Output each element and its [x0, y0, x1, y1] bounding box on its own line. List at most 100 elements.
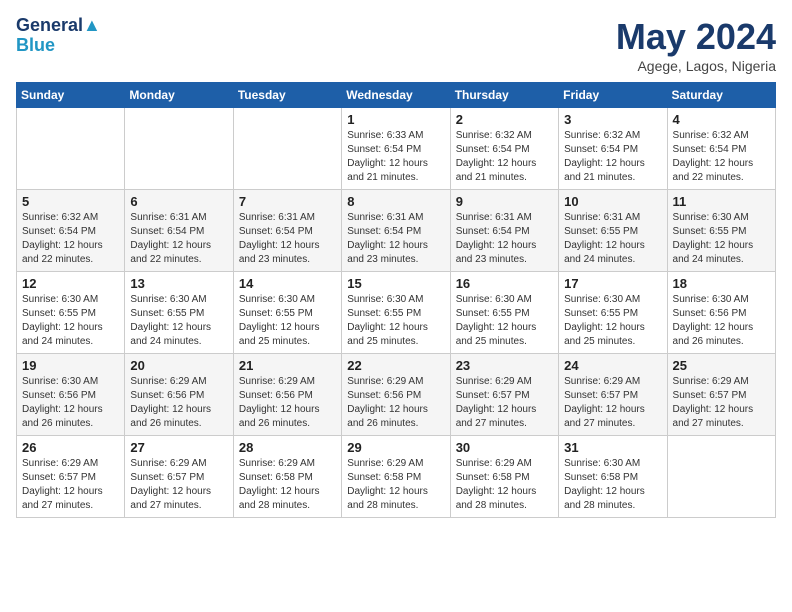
day-info: Sunrise: 6:29 AM Sunset: 6:57 PM Dayligh… [130, 457, 227, 513]
month-year-title: May 2024 [616, 16, 776, 58]
logo-text: General▲Blue [16, 16, 101, 56]
calendar-header-row: SundayMondayTuesdayWednesdayThursdayFrid… [17, 83, 776, 108]
calendar-cell: 29 Sunrise: 6:29 AM Sunset: 6:58 PM Dayli… [342, 436, 450, 518]
logo: General▲Blue [16, 16, 101, 56]
calendar-cell [17, 108, 125, 190]
day-info: Sunrise: 6:29 AM Sunset: 6:58 PM Dayligh… [239, 457, 336, 513]
calendar-cell: 3 Sunrise: 6:32 AM Sunset: 6:54 PM Daylig… [559, 108, 667, 190]
calendar-cell: 22Sunrise: 6:29 AM Sunset: 6:56 PM Dayli… [342, 354, 450, 436]
calendar-cell: 16 Sunrise: 6:30 AM Sunset: 6:55 PM Dayli… [450, 272, 558, 354]
day-info: Sunrise: 6:30 AM Sunset: 6:55 PM Dayligh… [239, 293, 336, 349]
calendar-table: SundayMondayTuesdayWednesdayThursdayFrid… [16, 82, 776, 518]
day-number: 13 [130, 276, 227, 291]
day-number: 11 [673, 194, 770, 209]
day-info: Sunrise: 6:30 AM Sunset: 6:55 PM Dayligh… [130, 293, 227, 349]
day-info: Sunrise: 6:31 AM Sunset: 6:54 PM Dayligh… [456, 211, 553, 267]
day-info: Sunrise: 6:31 AM Sunset: 6:54 PM Dayligh… [347, 211, 444, 267]
day-number: 23 [456, 358, 553, 373]
calendar-cell: 18 Sunrise: 6:30 AM Sunset: 6:56 PM Dayli… [667, 272, 775, 354]
day-info: Sunrise: 6:30 AM Sunset: 6:56 PM Dayligh… [673, 293, 770, 349]
calendar-cell: 31Sunrise: 6:30 AM Sunset: 6:58 PM Dayli… [559, 436, 667, 518]
calendar-cell: 8 Sunrise: 6:31 AM Sunset: 6:54 PM Daylig… [342, 190, 450, 272]
calendar-cell: 2 Sunrise: 6:32 AM Sunset: 6:54 PM Daylig… [450, 108, 558, 190]
day-number: 27 [130, 440, 227, 455]
weekday-header: Wednesday [342, 83, 450, 108]
day-info: Sunrise: 6:29 AM Sunset: 6:57 PM Dayligh… [673, 375, 770, 431]
day-number: 9 [456, 194, 553, 209]
day-info: Sunrise: 6:32 AM Sunset: 6:54 PM Dayligh… [22, 211, 119, 267]
day-number: 24 [564, 358, 661, 373]
calendar-cell: 11Sunrise: 6:30 AM Sunset: 6:55 PM Dayli… [667, 190, 775, 272]
day-info: Sunrise: 6:29 AM Sunset: 6:56 PM Dayligh… [130, 375, 227, 431]
calendar-cell: 17 Sunrise: 6:30 AM Sunset: 6:55 PM Dayli… [559, 272, 667, 354]
day-info: Sunrise: 6:29 AM Sunset: 6:58 PM Dayligh… [347, 457, 444, 513]
day-number: 21 [239, 358, 336, 373]
calendar-cell: 7 Sunrise: 6:31 AM Sunset: 6:54 PM Daylig… [233, 190, 341, 272]
location-subtitle: Agege, Lagos, Nigeria [616, 58, 776, 74]
day-info: Sunrise: 6:32 AM Sunset: 6:54 PM Dayligh… [456, 129, 553, 185]
calendar-cell: 27 Sunrise: 6:29 AM Sunset: 6:57 PM Dayli… [125, 436, 233, 518]
calendar-cell: 6 Sunrise: 6:31 AM Sunset: 6:54 PM Daylig… [125, 190, 233, 272]
day-info: Sunrise: 6:29 AM Sunset: 6:57 PM Dayligh… [456, 375, 553, 431]
day-number: 15 [347, 276, 444, 291]
calendar-cell [233, 108, 341, 190]
calendar-week-row: 5Sunrise: 6:32 AM Sunset: 6:54 PM Daylig… [17, 190, 776, 272]
calendar-cell: 28Sunrise: 6:29 AM Sunset: 6:58 PM Dayli… [233, 436, 341, 518]
title-block: May 2024 Agege, Lagos, Nigeria [616, 16, 776, 74]
calendar-week-row: 26 Sunrise: 6:29 AM Sunset: 6:57 PM Dayli… [17, 436, 776, 518]
day-number: 8 [347, 194, 444, 209]
calendar-cell: 1Sunrise: 6:33 AM Sunset: 6:54 PM Daylig… [342, 108, 450, 190]
day-info: Sunrise: 6:29 AM Sunset: 6:57 PM Dayligh… [564, 375, 661, 431]
calendar-cell: 21 Sunrise: 6:29 AM Sunset: 6:56 PM Dayli… [233, 354, 341, 436]
calendar-cell: 13 Sunrise: 6:30 AM Sunset: 6:55 PM Dayli… [125, 272, 233, 354]
day-number: 25 [673, 358, 770, 373]
calendar-week-row: 1Sunrise: 6:33 AM Sunset: 6:54 PM Daylig… [17, 108, 776, 190]
day-info: Sunrise: 6:32 AM Sunset: 6:54 PM Dayligh… [673, 129, 770, 185]
day-number: 12 [22, 276, 119, 291]
day-number: 4 [673, 112, 770, 127]
day-number: 6 [130, 194, 227, 209]
calendar-cell: 26 Sunrise: 6:29 AM Sunset: 6:57 PM Dayli… [17, 436, 125, 518]
day-number: 7 [239, 194, 336, 209]
day-info: Sunrise: 6:29 AM Sunset: 6:56 PM Dayligh… [239, 375, 336, 431]
calendar-cell: 20 Sunrise: 6:29 AM Sunset: 6:56 PM Dayli… [125, 354, 233, 436]
day-info: Sunrise: 6:33 AM Sunset: 6:54 PM Dayligh… [347, 129, 444, 185]
calendar-cell: 24 Sunrise: 6:29 AM Sunset: 6:57 PM Dayli… [559, 354, 667, 436]
day-info: Sunrise: 6:30 AM Sunset: 6:56 PM Dayligh… [22, 375, 119, 431]
weekday-header: Saturday [667, 83, 775, 108]
day-number: 18 [673, 276, 770, 291]
day-number: 20 [130, 358, 227, 373]
calendar-cell: 23 Sunrise: 6:29 AM Sunset: 6:57 PM Dayli… [450, 354, 558, 436]
day-info: Sunrise: 6:30 AM Sunset: 6:55 PM Dayligh… [22, 293, 119, 349]
day-info: Sunrise: 6:30 AM Sunset: 6:55 PM Dayligh… [564, 293, 661, 349]
day-info: Sunrise: 6:31 AM Sunset: 6:54 PM Dayligh… [239, 211, 336, 267]
day-number: 3 [564, 112, 661, 127]
calendar-cell: 25 Sunrise: 6:29 AM Sunset: 6:57 PM Dayli… [667, 354, 775, 436]
calendar-cell [667, 436, 775, 518]
calendar-cell: 4 Sunrise: 6:32 AM Sunset: 6:54 PM Daylig… [667, 108, 775, 190]
weekday-header: Friday [559, 83, 667, 108]
day-info: Sunrise: 6:30 AM Sunset: 6:55 PM Dayligh… [456, 293, 553, 349]
day-number: 29 [347, 440, 444, 455]
calendar-cell: 19 Sunrise: 6:30 AM Sunset: 6:56 PM Dayli… [17, 354, 125, 436]
day-info: Sunrise: 6:30 AM Sunset: 6:58 PM Dayligh… [564, 457, 661, 513]
calendar-week-row: 19 Sunrise: 6:30 AM Sunset: 6:56 PM Dayli… [17, 354, 776, 436]
day-info: Sunrise: 6:31 AM Sunset: 6:55 PM Dayligh… [564, 211, 661, 267]
day-number: 19 [22, 358, 119, 373]
day-number: 26 [22, 440, 119, 455]
weekday-header: Tuesday [233, 83, 341, 108]
calendar-cell: 15Sunrise: 6:30 AM Sunset: 6:55 PM Dayli… [342, 272, 450, 354]
calendar-cell: 30 Sunrise: 6:29 AM Sunset: 6:58 PM Dayli… [450, 436, 558, 518]
calendar-week-row: 12 Sunrise: 6:30 AM Sunset: 6:55 PM Dayli… [17, 272, 776, 354]
day-info: Sunrise: 6:29 AM Sunset: 6:56 PM Dayligh… [347, 375, 444, 431]
day-number: 16 [456, 276, 553, 291]
day-info: Sunrise: 6:32 AM Sunset: 6:54 PM Dayligh… [564, 129, 661, 185]
day-info: Sunrise: 6:31 AM Sunset: 6:54 PM Dayligh… [130, 211, 227, 267]
calendar-cell [125, 108, 233, 190]
day-info: Sunrise: 6:29 AM Sunset: 6:57 PM Dayligh… [22, 457, 119, 513]
day-number: 30 [456, 440, 553, 455]
day-number: 17 [564, 276, 661, 291]
day-number: 2 [456, 112, 553, 127]
day-info: Sunrise: 6:29 AM Sunset: 6:58 PM Dayligh… [456, 457, 553, 513]
calendar-cell: 5Sunrise: 6:32 AM Sunset: 6:54 PM Daylig… [17, 190, 125, 272]
